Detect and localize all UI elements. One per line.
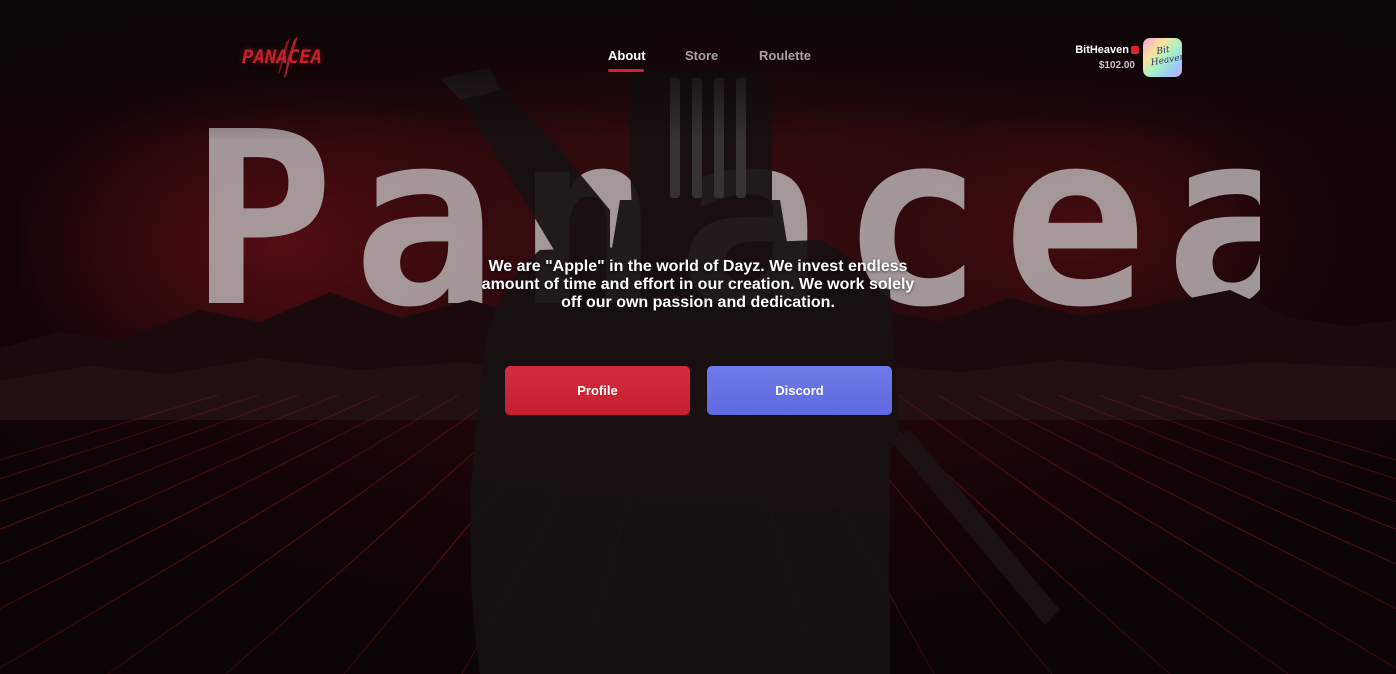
nav-item-store[interactable]: Store bbox=[685, 48, 718, 63]
user-balance: $102.00 bbox=[1098, 60, 1135, 71]
discord-button[interactable]: Discord bbox=[707, 366, 892, 415]
notification-badge-icon bbox=[1131, 46, 1139, 54]
active-nav-indicator bbox=[608, 69, 644, 72]
avatar-text: Bit Heaven bbox=[1150, 45, 1182, 69]
user-name: BitHeaven bbox=[1075, 44, 1129, 56]
nav-item-about[interactable]: About bbox=[608, 48, 646, 63]
logo-text: PANACEA bbox=[242, 46, 323, 68]
user-account[interactable]: BitHeaven $102.00 Bit Heaven bbox=[1040, 38, 1185, 78]
profile-button[interactable]: Profile bbox=[505, 366, 690, 415]
avatar[interactable]: Bit Heaven bbox=[1143, 38, 1182, 77]
nav-item-roulette[interactable]: Roulette bbox=[759, 48, 811, 63]
hero-background: Panacea bbox=[0, 0, 1396, 674]
hero-tagline: We are "Apple" in the world of Dayz. We … bbox=[481, 258, 915, 311]
top-fade bbox=[0, 0, 1396, 140]
panacea-logo[interactable]: PANACEA bbox=[240, 36, 330, 80]
